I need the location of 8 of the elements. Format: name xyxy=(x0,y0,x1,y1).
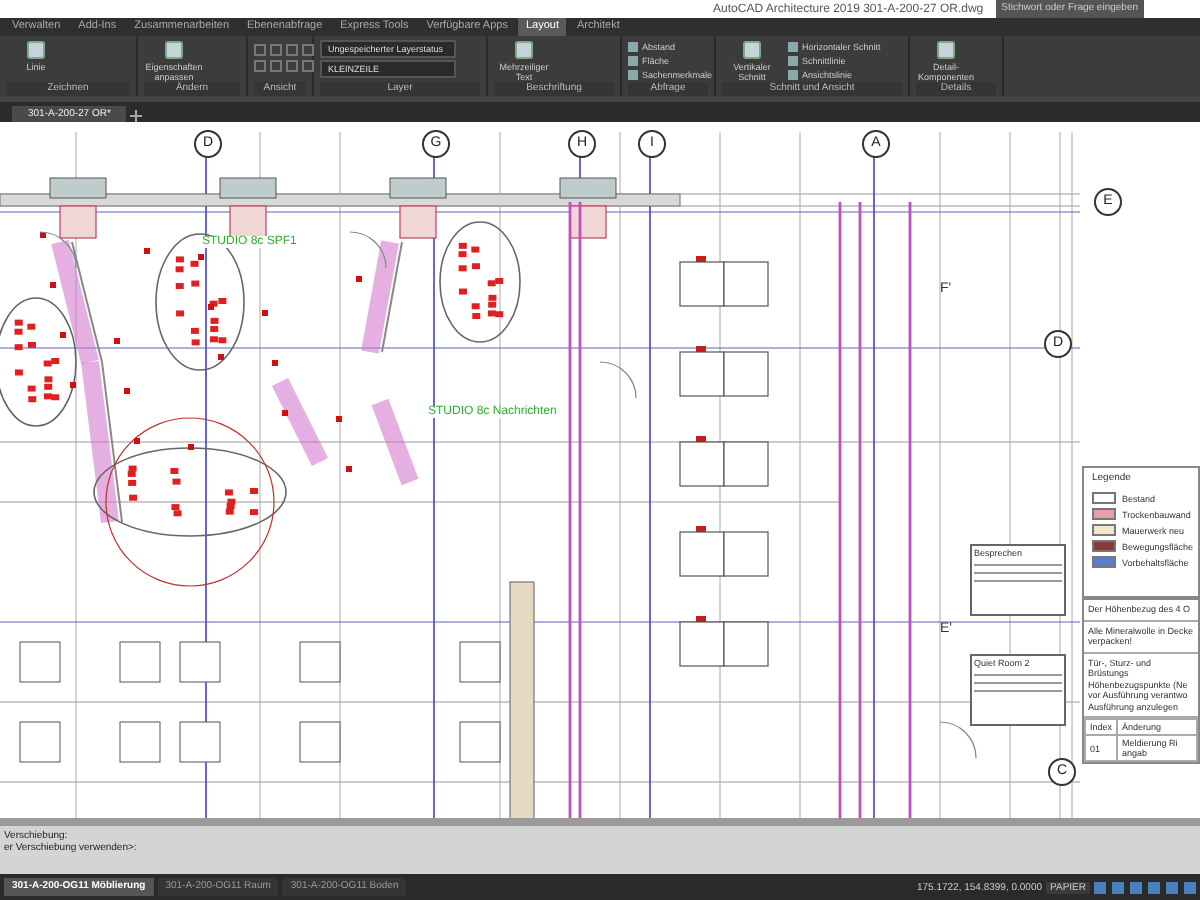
plus-icon[interactable] xyxy=(130,110,143,122)
tool-icon xyxy=(742,40,762,60)
tool-icon xyxy=(936,40,956,60)
tool-icon xyxy=(26,40,46,60)
view-tools-icon[interactable] xyxy=(254,40,314,72)
status-toggles-icon[interactable] xyxy=(1094,881,1196,893)
tool-icon xyxy=(164,40,184,60)
tool-icon xyxy=(514,40,534,60)
